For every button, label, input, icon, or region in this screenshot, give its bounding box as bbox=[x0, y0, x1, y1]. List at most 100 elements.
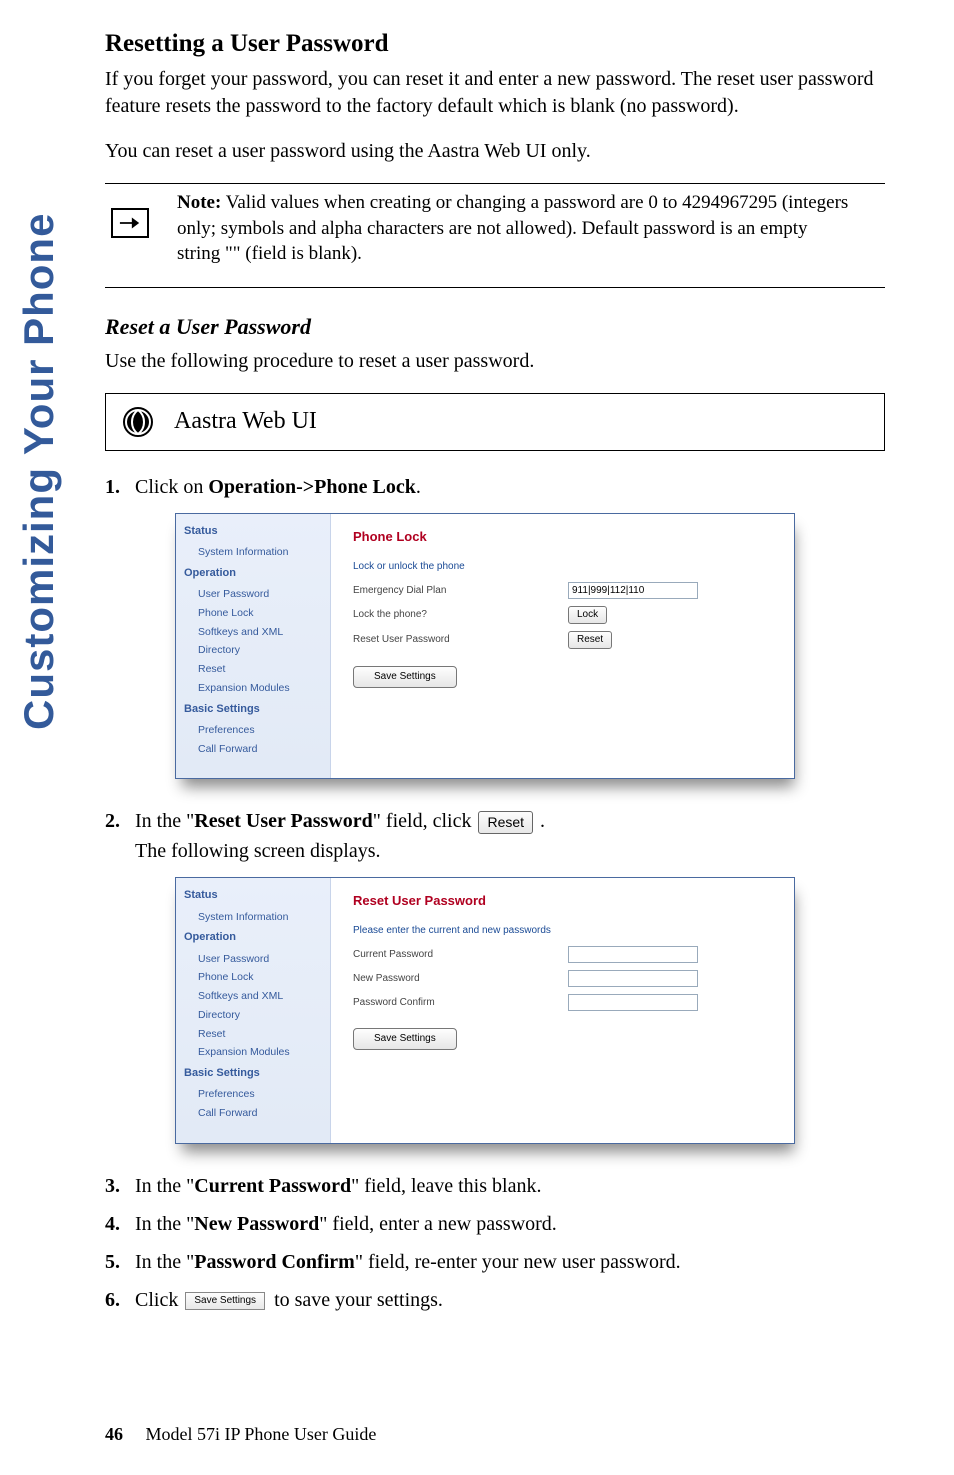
globe-icon bbox=[120, 404, 156, 440]
step-bold: New Password bbox=[194, 1213, 319, 1235]
nav-item[interactable]: Directory bbox=[176, 641, 330, 660]
note-label: Note: bbox=[177, 192, 221, 213]
form-row: New Password bbox=[353, 970, 778, 987]
emergency-dial-plan-input[interactable] bbox=[568, 582, 698, 599]
note-body: Valid values when creating or changing a… bbox=[177, 192, 848, 264]
nav-group: Operation bbox=[176, 926, 330, 949]
nav-sidebar: Status System Information Operation User… bbox=[176, 878, 331, 1142]
form-row: Password Confirm bbox=[353, 994, 778, 1011]
step-text: Click bbox=[135, 1289, 183, 1311]
nav-item[interactable]: Preferences bbox=[176, 721, 330, 740]
steps-list: Click on Operation->Phone Lock. Status S… bbox=[105, 473, 885, 1314]
field-label: Current Password bbox=[353, 948, 568, 962]
form-row: Lock the phone? Lock bbox=[353, 606, 778, 624]
panel-title: Phone Lock bbox=[353, 528, 778, 546]
nav-item[interactable]: Directory bbox=[176, 1006, 330, 1025]
save-settings-button[interactable]: Save Settings bbox=[353, 1028, 457, 1050]
arrow-right-icon bbox=[111, 208, 149, 238]
reset-button[interactable]: Reset bbox=[568, 631, 612, 649]
step-1: Click on Operation->Phone Lock. Status S… bbox=[105, 473, 885, 779]
step-5: In the "Password Confirm" field, re-ente… bbox=[105, 1248, 885, 1276]
step-text: In the " bbox=[135, 1175, 194, 1197]
nav-item[interactable]: User Password bbox=[176, 585, 330, 604]
step-bold: Operation->Phone Lock bbox=[208, 476, 416, 498]
reset-inline-button[interactable]: Reset bbox=[478, 811, 533, 835]
step-4: In the "New Password" field, enter a new… bbox=[105, 1210, 885, 1238]
step-text: " field, click bbox=[373, 810, 477, 832]
form-row: Emergency Dial Plan bbox=[353, 582, 778, 599]
nav-item[interactable]: System Information bbox=[176, 543, 330, 562]
intro-paragraph-1: If you forget your password, you can res… bbox=[105, 66, 885, 120]
form-row: Current Password bbox=[353, 946, 778, 963]
nav-item[interactable]: Call Forward bbox=[176, 740, 330, 759]
panel-section-label: Please enter the current and new passwor… bbox=[353, 924, 778, 938]
nav-item[interactable]: Expansion Modules bbox=[176, 679, 330, 698]
step-3: In the "Current Password" field, leave t… bbox=[105, 1172, 885, 1200]
step-text: " field, re-enter your new user password… bbox=[355, 1251, 681, 1273]
field-label: New Password bbox=[353, 972, 568, 986]
step-text: to save your settings. bbox=[269, 1289, 443, 1311]
nav-item[interactable]: Expansion Modules bbox=[176, 1043, 330, 1062]
panel-main: Reset User Password Please enter the cur… bbox=[331, 878, 794, 1142]
nav-item[interactable]: Call Forward bbox=[176, 1104, 330, 1123]
current-password-input[interactable] bbox=[568, 946, 698, 963]
step-bold: Password Confirm bbox=[194, 1251, 355, 1273]
nav-item[interactable]: Softkeys and XML bbox=[176, 987, 330, 1006]
panel-section-label: Lock or unlock the phone bbox=[353, 560, 778, 574]
nav-item[interactable]: Reset bbox=[176, 1025, 330, 1044]
step-text: " field, leave this blank. bbox=[351, 1175, 541, 1197]
nav-item[interactable]: Softkeys and XML bbox=[176, 623, 330, 642]
field-label: Lock the phone? bbox=[353, 608, 568, 622]
nav-item[interactable]: User Password bbox=[176, 950, 330, 969]
save-settings-inline-button[interactable]: Save Settings bbox=[185, 1292, 265, 1310]
nav-group: Basic Settings bbox=[176, 698, 330, 721]
step-text: " field, enter a new password. bbox=[319, 1213, 557, 1235]
nav-item[interactable]: Phone Lock bbox=[176, 604, 330, 623]
footer-title: Model 57i IP Phone User Guide bbox=[146, 1424, 377, 1444]
step-text: . bbox=[416, 476, 421, 498]
field-label: Reset User Password bbox=[353, 633, 568, 647]
page-footer: 46 Model 57i IP Phone User Guide bbox=[105, 1424, 376, 1445]
step-subtext: The following screen displays. bbox=[135, 837, 885, 865]
note-text: Note: Valid values when creating or chan… bbox=[177, 190, 885, 267]
step-text: Click on bbox=[135, 476, 208, 498]
nav-sidebar: Status System Information Operation User… bbox=[176, 514, 331, 778]
panel-main: Phone Lock Lock or unlock the phone Emer… bbox=[331, 514, 794, 778]
step-text: . bbox=[535, 810, 545, 832]
step-text: In the " bbox=[135, 810, 194, 832]
page-number: 46 bbox=[105, 1424, 123, 1444]
form-row: Reset User Password Reset bbox=[353, 631, 778, 649]
note-block: Note: Valid values when creating or chan… bbox=[105, 183, 885, 288]
new-password-input[interactable] bbox=[568, 970, 698, 987]
step-bold: Reset User Password bbox=[194, 810, 373, 832]
step-bold: Current Password bbox=[194, 1175, 351, 1197]
section-heading: Resetting a User Password bbox=[105, 30, 885, 58]
step-text: In the " bbox=[135, 1251, 194, 1273]
nav-group: Status bbox=[176, 520, 330, 543]
nav-group: Basic Settings bbox=[176, 1062, 330, 1085]
intro-paragraph-2: You can reset a user password using the … bbox=[105, 138, 885, 165]
step-2: In the "Reset User Password" field, clic… bbox=[105, 807, 885, 1143]
webui-label: Aastra Web UI bbox=[174, 408, 317, 435]
side-tab-label: Customizing Your Phone bbox=[15, 30, 63, 730]
step-6: Click Save Settings to save your setting… bbox=[105, 1286, 885, 1314]
screenshot-phone-lock: Status System Information Operation User… bbox=[175, 513, 885, 779]
nav-group: Status bbox=[176, 884, 330, 907]
save-settings-button[interactable]: Save Settings bbox=[353, 666, 457, 688]
confirm-password-input[interactable] bbox=[568, 994, 698, 1011]
panel-title: Reset User Password bbox=[353, 892, 778, 910]
nav-item[interactable]: Reset bbox=[176, 660, 330, 679]
nav-item[interactable]: Phone Lock bbox=[176, 968, 330, 987]
field-label: Password Confirm bbox=[353, 996, 568, 1010]
screenshot-reset-password: Status System Information Operation User… bbox=[175, 877, 885, 1143]
subsection-heading: Reset a User Password bbox=[105, 314, 885, 340]
webui-callout: Aastra Web UI bbox=[105, 393, 885, 451]
nav-item[interactable]: Preferences bbox=[176, 1085, 330, 1104]
intro-paragraph-3: Use the following procedure to reset a u… bbox=[105, 348, 885, 375]
side-tab: Customizing Your Phone bbox=[15, 30, 70, 730]
step-text: In the " bbox=[135, 1213, 194, 1235]
lock-button[interactable]: Lock bbox=[568, 606, 607, 624]
page-content: Resetting a User Password If you forget … bbox=[105, 0, 885, 1314]
field-label: Emergency Dial Plan bbox=[353, 584, 568, 598]
nav-item[interactable]: System Information bbox=[176, 908, 330, 927]
